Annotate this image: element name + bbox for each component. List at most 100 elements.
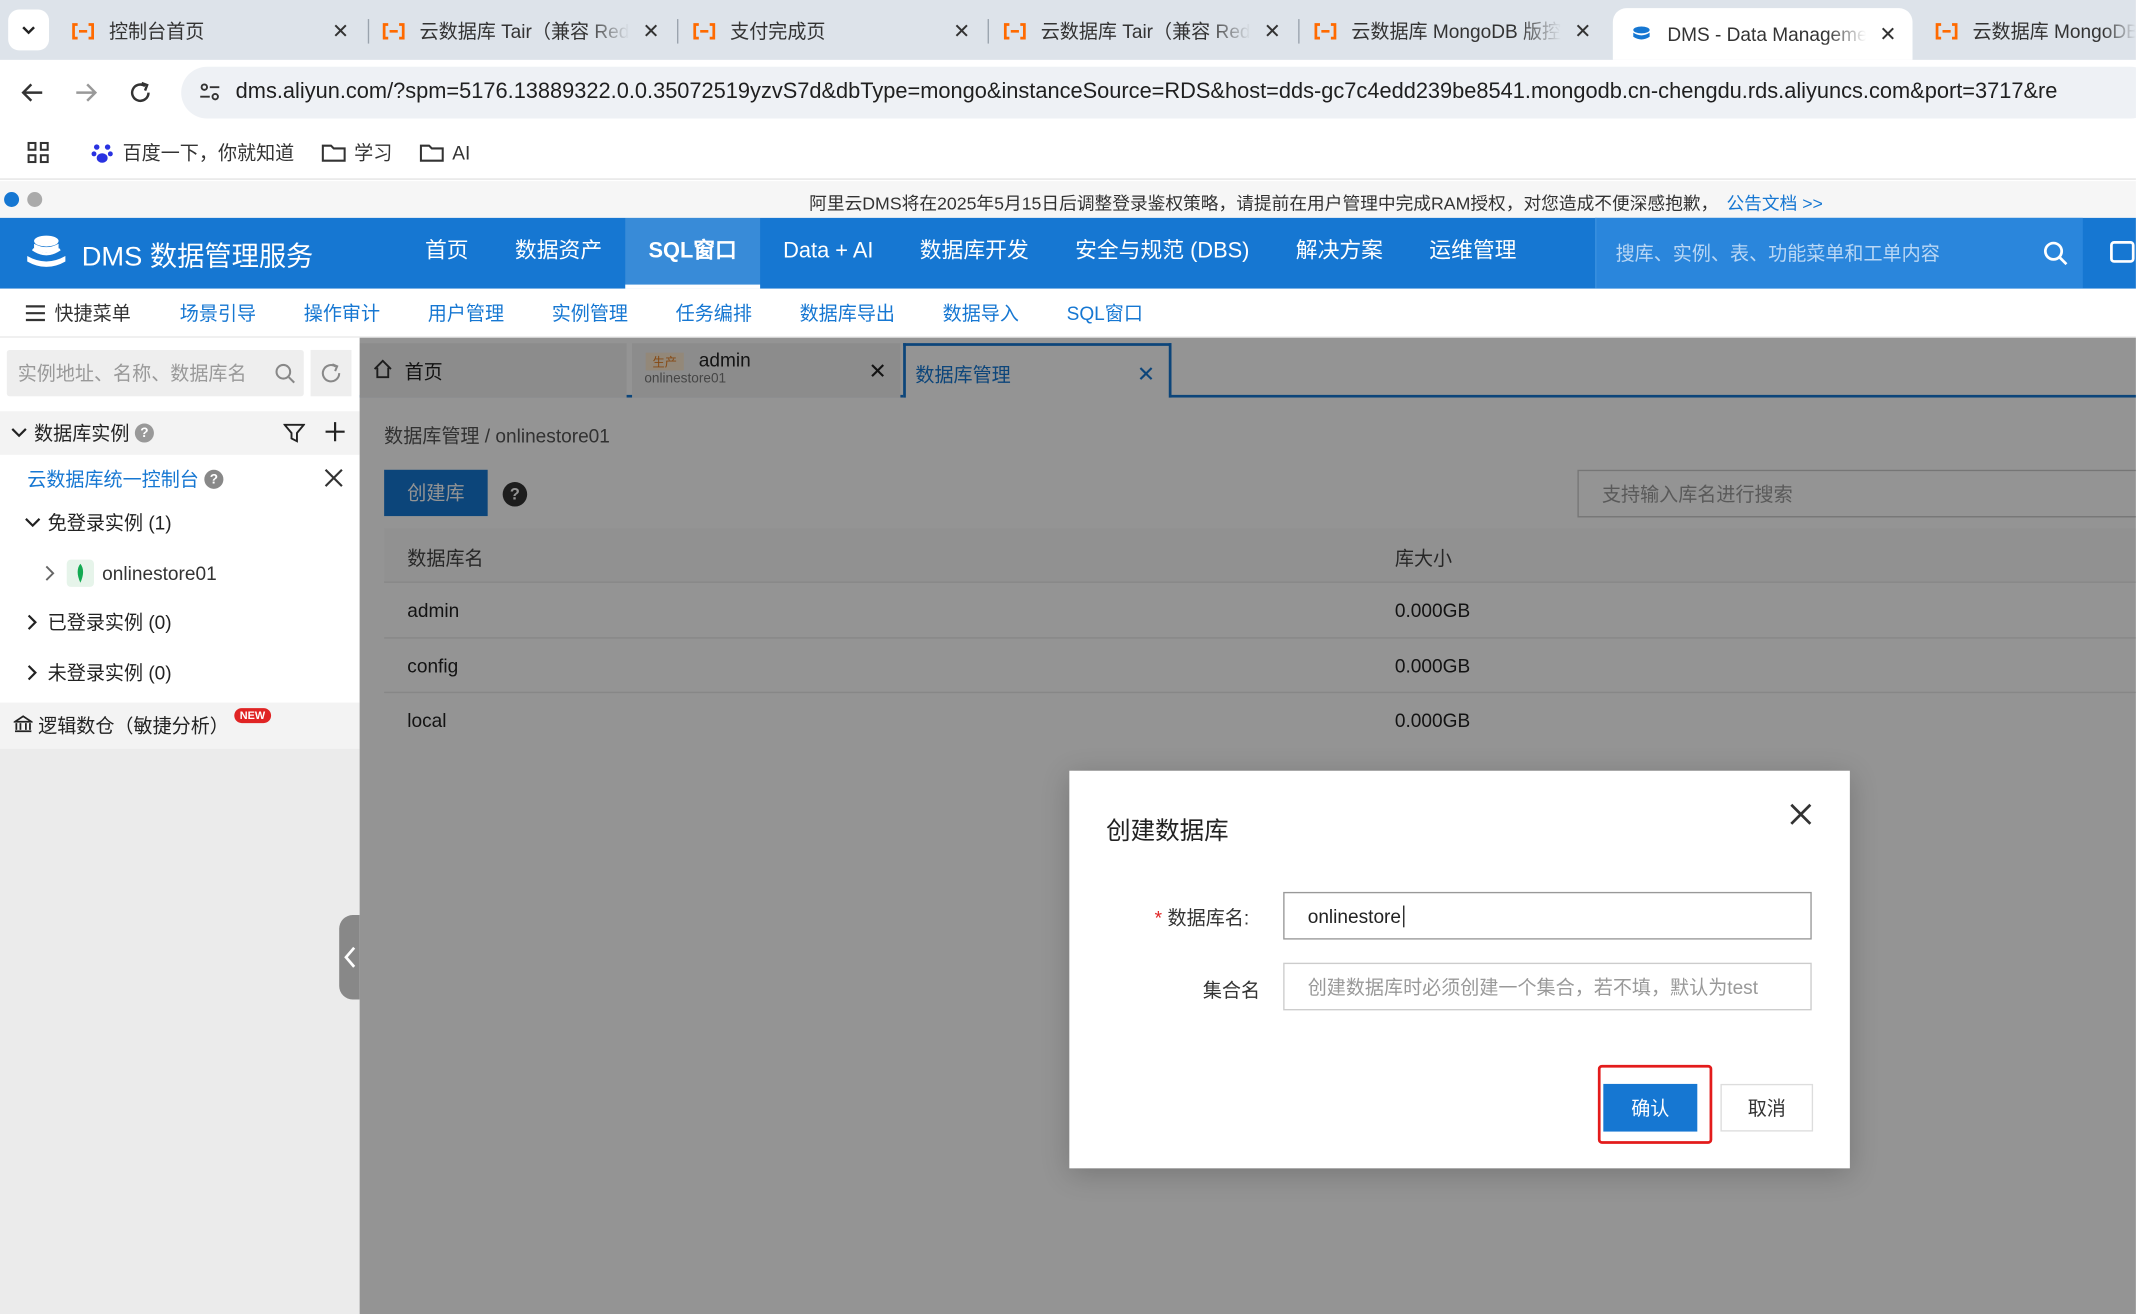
close-icon[interactable]: ✕ xyxy=(1261,18,1283,43)
arrow-left-icon xyxy=(21,83,43,102)
browser-tab-tair[interactable]: 云数据库 Tair（兼容 Redis） ✕ xyxy=(365,8,676,53)
bookmark-label: 百度一下，你就知道 xyxy=(122,140,295,163)
filter-icon[interactable] xyxy=(282,422,306,448)
apps-icon[interactable] xyxy=(27,141,57,163)
browser-tab-dms[interactable]: DMS - Data Management ✕ xyxy=(1612,8,1913,60)
cancel-button[interactable]: 取消 xyxy=(1720,1083,1814,1132)
refresh-button[interactable] xyxy=(310,349,352,397)
quick-item-scene-guide[interactable]: 场景引导 xyxy=(180,299,256,326)
db-name-label: * 数据库名: xyxy=(1086,904,1249,931)
close-icon[interactable]: ✕ xyxy=(640,18,662,43)
quick-item-tasks[interactable]: 任务编排 xyxy=(676,299,752,326)
bookmark-label: 学习 xyxy=(354,140,393,163)
browser-tab-payment[interactable]: 支付完成页 ✕ xyxy=(676,8,987,53)
close-icon[interactable]: ✕ xyxy=(1877,22,1899,46)
browser-tab-title: 云数据库 Tair（兼容 Redis） xyxy=(1040,19,1251,42)
confirm-button[interactable]: 确认 xyxy=(1603,1083,1698,1132)
browser-tab-mongodb[interactable]: 云数据库 MongoDB xyxy=(1918,8,2136,53)
tab-search-button[interactable] xyxy=(8,9,50,51)
quick-item-import[interactable]: 数据导入 xyxy=(943,299,1019,326)
top-nav: 首页 数据资产 SQL窗口 Data + AI 数据库开发 安全与规范 (DBS… xyxy=(402,217,1540,289)
arrow-right-icon xyxy=(76,83,98,102)
browser-tab-title: 云数据库 MongoDB 版控制台 xyxy=(1351,19,1562,42)
site-info-icon[interactable] xyxy=(195,78,225,108)
dms-logo[interactable]: DMS 数据管理服务 xyxy=(22,231,313,275)
not-logged-in-group[interactable]: 未登录实例 (0) xyxy=(0,648,360,697)
chevron-down-icon xyxy=(22,26,35,35)
reload-button[interactable] xyxy=(124,76,157,109)
quick-menu-toggle[interactable]: 快捷菜单 xyxy=(25,299,131,326)
browser-tab-console[interactable]: 控制台首页 ✕ xyxy=(54,8,365,53)
quick-item-sql-window[interactable]: SQL窗口 xyxy=(1067,299,1143,326)
notice-text: 阿里云DMS将在2025年5月15日后调整登录鉴权策略，请提前在用户管理中完成R… xyxy=(809,193,1719,214)
nav-home[interactable]: 首页 xyxy=(402,218,492,289)
bookmarks-bar: 百度一下，你就知道 学习 AI xyxy=(0,125,2136,180)
chevron-down-icon[interactable] xyxy=(10,426,29,440)
search-icon[interactable] xyxy=(274,362,296,384)
bookmark-folder-study[interactable]: 学习 xyxy=(321,138,392,165)
address-bar[interactable]: dms.aliyun.com/?spm=5176.13889322.0.0.35… xyxy=(181,66,2136,119)
chevron-right-icon[interactable] xyxy=(41,565,60,581)
carousel-dot[interactable] xyxy=(27,191,43,207)
nav-ops[interactable]: 运维管理 xyxy=(1406,218,1540,289)
quick-item-instances[interactable]: 实例管理 xyxy=(552,299,628,326)
menu-icon xyxy=(25,304,45,321)
close-icon[interactable]: ✕ xyxy=(330,18,352,43)
nav-data-ai[interactable]: Data + AI xyxy=(760,218,897,289)
chevron-right-icon[interactable] xyxy=(23,614,42,630)
global-search-input[interactable]: 搜库、实例、表、功能菜单和工单内容 xyxy=(1595,217,2083,289)
close-icon[interactable]: ✕ xyxy=(951,18,973,43)
mongodb-leaf-icon xyxy=(66,559,94,587)
db-name-value: onlinestore xyxy=(1307,904,1402,927)
back-button[interactable] xyxy=(16,76,49,109)
group-label: 免登录实例 (1) xyxy=(47,511,172,534)
notice-bar: 阿里云DMS将在2025年5月15日后调整登录鉴权策略，请提前在用户管理中完成R… xyxy=(0,181,2136,218)
bookmark-folder-ai[interactable]: AI xyxy=(419,141,470,163)
browser-tab-mongodb-console[interactable]: 云数据库 MongoDB 版控制台 ✕ xyxy=(1297,8,1608,53)
close-icon[interactable] xyxy=(324,468,343,491)
sidebar-collapse-button[interactable] xyxy=(339,915,361,1000)
chevron-down-icon[interactable] xyxy=(23,516,42,530)
instance-onlinestore01[interactable]: onlinestore01 xyxy=(0,549,360,598)
browser-toolbar: dms.aliyun.com/?spm=5176.13889322.0.0.35… xyxy=(0,59,2136,126)
required-mark: * xyxy=(1154,906,1163,929)
nav-sql-window[interactable]: SQL窗口 xyxy=(625,217,761,289)
help-icon[interactable]: ? xyxy=(204,469,224,489)
chevron-right-icon[interactable] xyxy=(23,665,42,681)
forward-button[interactable] xyxy=(69,76,102,109)
carousel-dot-active[interactable] xyxy=(4,191,20,207)
quick-item-audit[interactable]: 操作审计 xyxy=(304,299,380,326)
browser-tab-title: 云数据库 Tair（兼容 Redis） xyxy=(419,19,630,42)
search-icon[interactable] xyxy=(2042,240,2069,267)
nav-security[interactable]: 安全与规范 (DBS) xyxy=(1052,218,1273,289)
message-icon[interactable] xyxy=(2106,240,2136,274)
help-icon[interactable]: ? xyxy=(134,423,154,443)
aliyun-icon xyxy=(1935,22,1958,39)
global-search-placeholder: 搜库、实例、表、功能菜单和工单内容 xyxy=(1615,242,1940,265)
nav-solutions[interactable]: 解决方案 xyxy=(1273,218,1407,289)
db-instance-section[interactable]: 数据库实例 ? xyxy=(0,411,360,455)
logged-in-group[interactable]: 已登录实例 (0) xyxy=(0,598,360,647)
instance-name: onlinestore01 xyxy=(102,562,217,585)
logic-warehouse-section[interactable]: 逻辑数仓（敏捷分析） NEW xyxy=(0,702,360,749)
browser-tab-tair-2[interactable]: 云数据库 Tair（兼容 Redis） ✕ xyxy=(986,8,1297,53)
quick-item-export[interactable]: 数据库导出 xyxy=(800,299,895,326)
instance-search-input[interactable]: 实例地址、名称、数据库名 xyxy=(6,349,304,397)
quick-menu-label: 快捷菜单 xyxy=(54,301,131,324)
nav-db-dev[interactable]: 数据库开发 xyxy=(897,218,1052,289)
dms-icon xyxy=(1633,26,1650,40)
add-icon[interactable] xyxy=(324,421,346,447)
folder-icon xyxy=(321,143,346,162)
aliyun-icon xyxy=(1314,22,1337,39)
console-link[interactable]: 云数据库统一控制台 xyxy=(27,466,199,493)
bookmark-baidu[interactable]: 百度一下，你就知道 xyxy=(90,138,294,165)
close-icon[interactable]: ✕ xyxy=(1572,18,1594,43)
nav-data-assets[interactable]: 数据资产 xyxy=(492,218,626,289)
quick-item-users[interactable]: 用户管理 xyxy=(428,299,504,326)
collection-input[interactable]: 创建数据库时必须创建一个集合，若不填，默认为test xyxy=(1283,962,1812,1011)
db-name-input[interactable]: onlinestore xyxy=(1283,891,1812,940)
free-login-group[interactable]: 免登录实例 (1) xyxy=(0,498,360,547)
notice-doc-link[interactable]: 公告文档 >> xyxy=(1726,193,1822,213)
dms-logo-icon xyxy=(27,235,66,267)
close-icon[interactable] xyxy=(1784,798,1817,831)
